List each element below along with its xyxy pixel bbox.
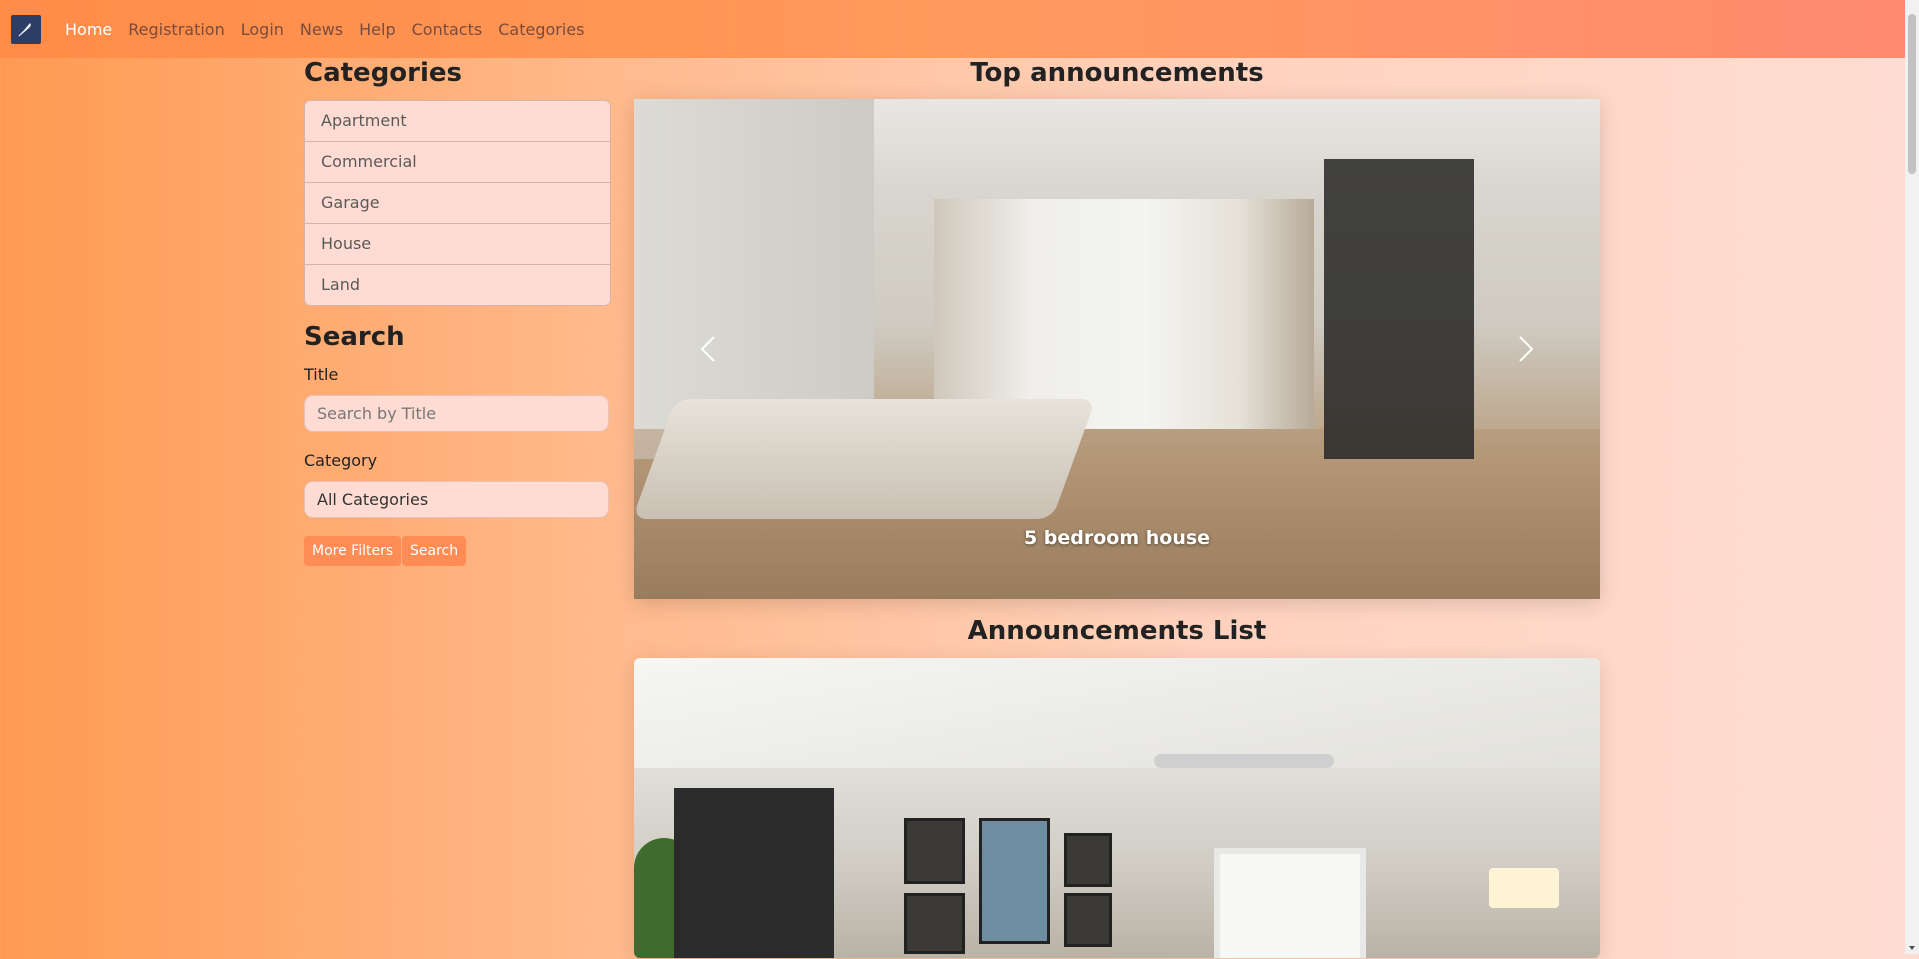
category-item-apartment[interactable]: Apartment (305, 101, 610, 142)
scroll-down-arrow-icon[interactable] (1905, 940, 1919, 954)
carousel-slide-image[interactable] (634, 99, 1600, 599)
nav-registration[interactable]: Registration (128, 20, 224, 39)
carousel-next-icon[interactable] (1506, 329, 1546, 369)
announcement-card[interactable] (634, 658, 1600, 958)
nav-categories[interactable]: Categories (498, 20, 584, 39)
categories-heading: Categories (304, 58, 463, 88)
category-item-garage[interactable]: Garage (305, 183, 610, 224)
search-heading: Search (304, 322, 405, 352)
category-select[interactable]: All Categories (304, 481, 609, 518)
nav-links: Home Registration Login News Help Contac… (65, 0, 600, 58)
top-announcements-carousel: 5 bedroom house (634, 99, 1600, 599)
announcements-list-heading: Announcements List (967, 616, 1267, 646)
feather-icon (18, 23, 31, 37)
category-item-land[interactable]: Land (305, 265, 610, 305)
nav-login[interactable]: Login (241, 20, 284, 39)
brand-logo[interactable] (11, 15, 41, 44)
category-item-house[interactable]: House (305, 224, 610, 265)
nav-contacts[interactable]: Contacts (412, 20, 483, 39)
nav-home[interactable]: Home (65, 20, 112, 39)
category-label: Category (304, 451, 378, 470)
title-search-input[interactable] (304, 395, 609, 432)
nav-news[interactable]: News (300, 20, 343, 39)
navbar: Home Registration Login News Help Contac… (0, 0, 1905, 58)
carousel-prev-icon[interactable] (688, 329, 728, 369)
nav-help[interactable]: Help (359, 20, 395, 39)
announcement-image[interactable] (634, 658, 1600, 958)
scrollbar-thumb[interactable] (1908, 14, 1916, 174)
carousel-caption: 5 bedroom house (1023, 527, 1211, 549)
top-announcements-heading: Top announcements (970, 58, 1264, 88)
title-label: Title (304, 365, 339, 384)
search-button[interactable]: Search (402, 536, 467, 566)
more-filters-button[interactable]: More Filters (304, 536, 402, 566)
page-scrollbar[interactable] (1905, 0, 1919, 954)
category-list: Apartment Commercial Garage House Land (304, 100, 611, 306)
category-item-commercial[interactable]: Commercial (305, 142, 610, 183)
